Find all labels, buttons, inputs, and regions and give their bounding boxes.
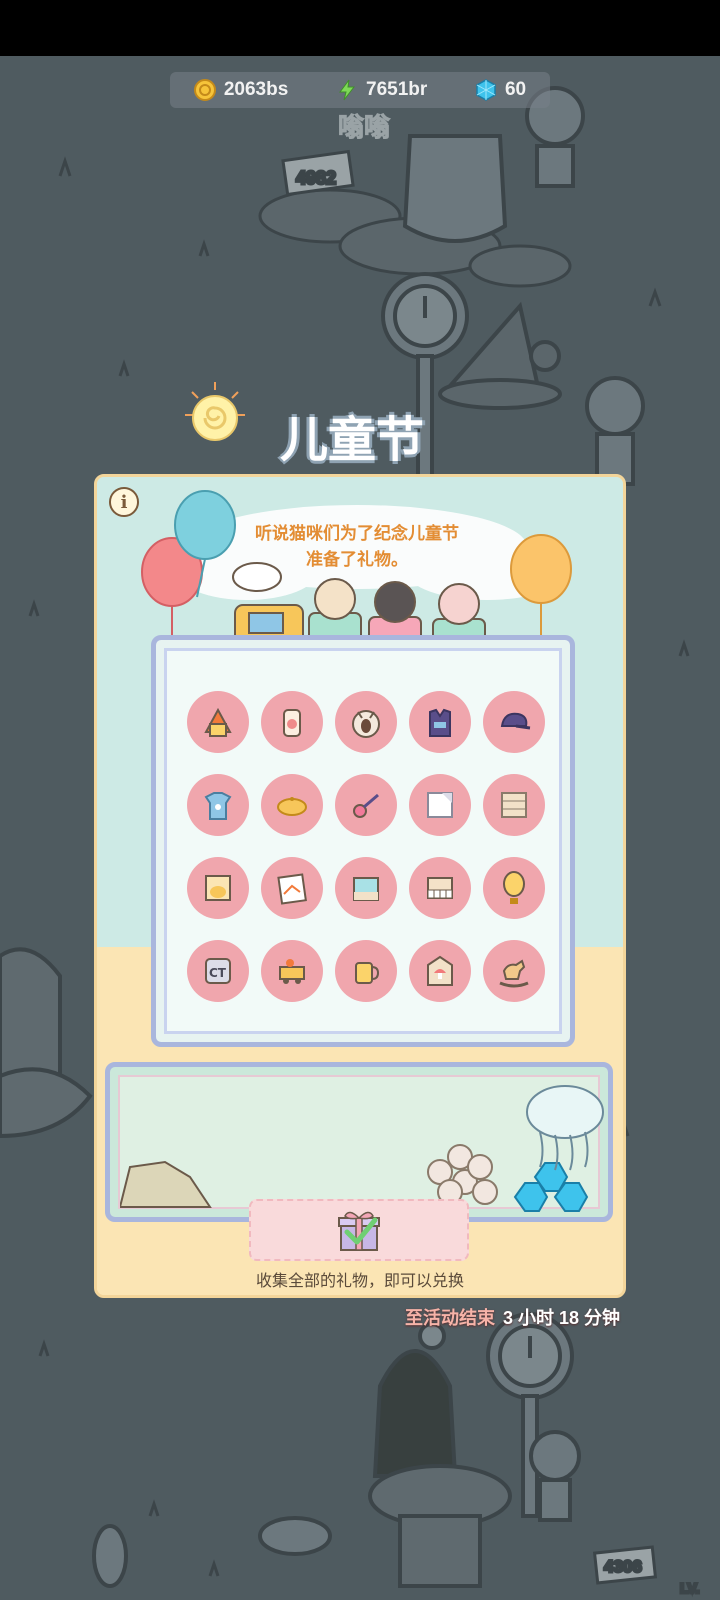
shirt-icon (204, 792, 232, 820)
glass-jar (402, 134, 508, 243)
countdown-label: 至活动结束 (404, 1308, 495, 1328)
beret-icon (277, 797, 307, 816)
rocking-horse-icon (499, 959, 529, 988)
gift-item[interactable] (409, 774, 471, 836)
house-lamp-icon (204, 707, 232, 737)
redeem-hint: 收集全部的礼物，即可以兑换 (255, 1273, 464, 1290)
description-line-1: 听说猫咪们为了纪念儿童节 (255, 524, 459, 543)
lv-tag: LV. (680, 1580, 699, 1596)
gift-item[interactable] (187, 857, 249, 919)
gift-item[interactable] (483, 691, 545, 753)
event-description: 听说猫咪们为了纪念儿童节 准备了礼物。 (217, 521, 497, 573)
description-line-2: 准备了礼物。 (306, 550, 408, 569)
gift-item[interactable] (483, 940, 545, 1002)
ct-tile-icon: CT (205, 958, 231, 984)
reward-scene (105, 1062, 613, 1222)
gift-item[interactable] (187, 691, 249, 753)
event-countdown: 至活动结束 3 小时 18 分钟 (405, 1304, 620, 1330)
wood-panel-icon (501, 792, 527, 818)
redeem-button[interactable] (249, 1199, 469, 1261)
gift-item[interactable] (335, 691, 397, 753)
gift-item[interactable] (187, 774, 249, 836)
energy-counter[interactable]: 7651br (336, 79, 427, 101)
gift-item[interactable] (409, 940, 471, 1002)
coin-icon (193, 79, 216, 101)
coin-counter[interactable]: 2063bs (193, 79, 289, 101)
gem-icon (475, 79, 497, 101)
energy-value: 7651br (366, 79, 428, 100)
gift-item[interactable] (335, 774, 397, 836)
lollipop-icon (353, 793, 379, 818)
piano-icon (427, 877, 453, 899)
flower-cluster-icon (427, 1144, 498, 1205)
currency-bar: 2063bs 7651br 60 (170, 72, 550, 108)
cat-mask-icon (352, 710, 380, 738)
paper-tile-icon (427, 792, 453, 818)
jellyfish-cat-icon (526, 1085, 604, 1171)
rocks-icon (118, 1160, 212, 1208)
sign-bottom-text: 4306 (604, 1557, 642, 1576)
mushroom-frame-icon (427, 955, 453, 986)
gift-grid: CT (187, 691, 547, 1002)
gem-value: 60 (504, 79, 527, 100)
gift-item[interactable] (261, 691, 323, 753)
mug-icon (355, 962, 380, 984)
sound-text: 嗡嗡 (338, 113, 391, 143)
coin-value: 2063bs (223, 79, 289, 100)
gift-box-icon (338, 1211, 380, 1251)
gift-item[interactable] (483, 857, 545, 919)
gem-pile-icon (513, 1162, 589, 1212)
toy-vase-icon (283, 709, 301, 737)
gift-item[interactable] (409, 691, 471, 753)
event-title-area: 儿童节 (180, 380, 540, 470)
gift-item[interactable] (483, 774, 545, 836)
countdown-value: 3 小时 18 分钟 (502, 1308, 620, 1328)
sun-icon (185, 382, 245, 441)
aquarium-icon (353, 877, 379, 901)
hot-air-balloon-icon (503, 871, 525, 904)
gift-item[interactable] (261, 940, 323, 1002)
cat-frame-icon (205, 875, 231, 901)
gift-item[interactable] (261, 857, 323, 919)
gift-item[interactable] (335, 940, 397, 1002)
lightning-icon (336, 79, 358, 101)
status-bar (0, 0, 720, 56)
gift-item[interactable] (261, 774, 323, 836)
gift-item[interactable]: CT (187, 940, 249, 1002)
svg-text:CT: CT (209, 966, 227, 980)
gift-board: CT (151, 635, 575, 1047)
info-button[interactable]: i (109, 487, 139, 517)
drawing-board-icon (277, 873, 307, 905)
reward-scene-art (118, 1085, 604, 1212)
cap-icon (500, 712, 531, 730)
reward-scene-inner (118, 1075, 604, 1212)
sign-post-top: 4982 (281, 149, 355, 197)
event-title: 儿童节 (280, 412, 425, 468)
sign-top-text: 4982 (296, 168, 336, 188)
gem-counter[interactable]: 60 (475, 79, 526, 101)
gift-board-inner: CT (164, 648, 562, 1034)
toy-truck-icon (279, 959, 305, 984)
vest-icon (429, 708, 451, 737)
gift-item[interactable] (335, 857, 397, 919)
event-panel: i 听说猫咪们为了纪念儿童节 准备了礼物。 CT 收集全部的礼物，即可以兑换 (94, 474, 626, 1298)
gift-item[interactable] (409, 857, 471, 919)
